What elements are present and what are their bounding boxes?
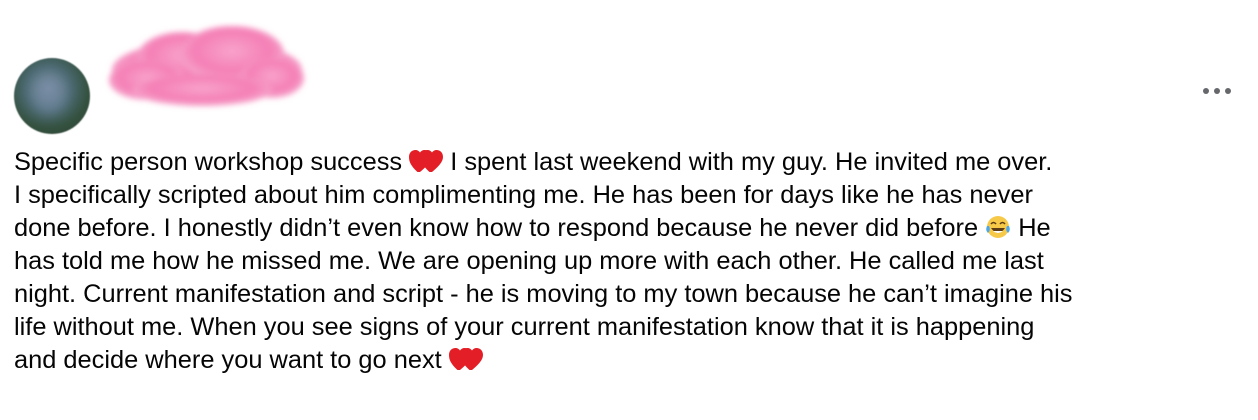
more-horizontal-icon: [1203, 88, 1209, 94]
post-text-line: night. Current manifestation and script …: [14, 280, 1073, 308]
more-options-button[interactable]: [1198, 80, 1236, 102]
more-horizontal-icon: [1214, 88, 1220, 94]
post-text-line: Specific person workshop success I spent…: [14, 148, 1053, 176]
post-card: Specific person workshop success I spent…: [0, 0, 1258, 420]
post-text-line: life without me. When you see signs of y…: [14, 313, 1035, 341]
two-hearts-emoji-icon: [409, 150, 444, 172]
post-header: [0, 0, 1258, 145]
author-name-redaction[interactable]: [102, 20, 312, 112]
post-text-line: and decide where you want to go next: [14, 344, 1252, 377]
post-text-line: I specifically scripted about him compli…: [14, 181, 1033, 209]
post-text-line: has told me how he missed me. We are ope…: [14, 247, 1044, 275]
author-avatar[interactable]: [14, 58, 90, 134]
post-text: Specific person workshop success I spent…: [14, 146, 1252, 377]
tears-of-joy-emoji-icon: [986, 216, 1010, 238]
more-horizontal-icon: [1225, 88, 1231, 94]
post-text-line: done before. I honestly didn’t even know…: [14, 214, 1051, 242]
two-hearts-emoji-icon: [448, 348, 483, 370]
